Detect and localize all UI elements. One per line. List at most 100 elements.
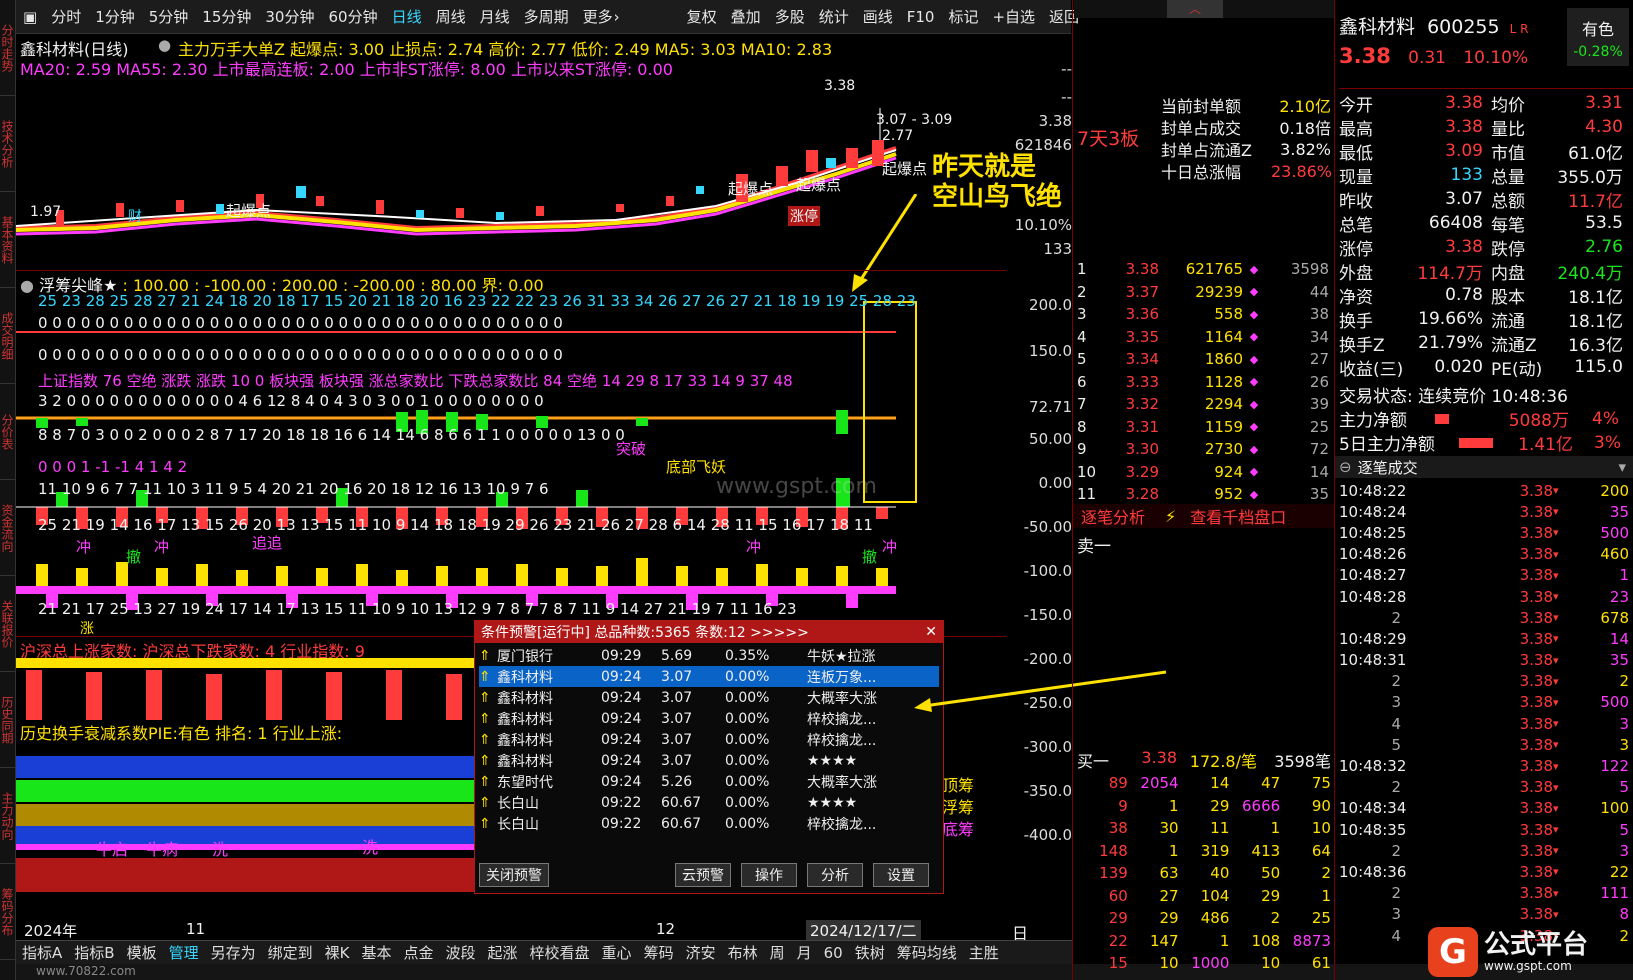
- indicator-tab[interactable]: 点金: [403, 942, 433, 963]
- indicator-tab[interactable]: 起涨: [488, 942, 518, 963]
- cloud-alert-button[interactable]: 云预警: [675, 863, 731, 887]
- buy-queue-row: 29 29 486 2 25: [1108, 909, 1331, 928]
- tick-row: 10:48:26 3.38 ▾ 460: [1339, 545, 1629, 564]
- side-tab[interactable]: 分时走势: [0, 0, 16, 96]
- y-axis-value: 150.0: [1029, 342, 1072, 360]
- alert-row[interactable]: ⇑ 鑫科材料 09:24 3.07 0.00% 梓校擒龙...: [479, 729, 939, 750]
- collapse-icon[interactable]: ⊖: [1339, 458, 1352, 476]
- alert-row[interactable]: ⇑ 鑫科材料 09:24 3.07 0.00% 梓校擒龙...: [479, 708, 939, 729]
- chevron-up-icon[interactable]: ︿: [1167, 0, 1223, 18]
- callout-arrow: [852, 194, 918, 292]
- indicator-tab[interactable]: 筹码: [644, 942, 674, 963]
- alert-row[interactable]: ⇑ 长白山 09:22 60.67 0.00% ★★★★: [479, 792, 939, 813]
- indicator-tab[interactable]: 裸K: [325, 942, 350, 963]
- close-icon[interactable]: ✕: [925, 624, 943, 640]
- indicator-tab[interactable]: 布林: [728, 942, 758, 963]
- tool-button[interactable]: 复权: [687, 6, 717, 27]
- tool-button[interactable]: 画线: [863, 6, 893, 27]
- alert-row[interactable]: ⇑ 鑫科材料 09:24 3.07 0.00% 连板万象...: [479, 666, 939, 687]
- chevron-right-icon[interactable]: ›: [614, 8, 620, 26]
- sell-level-row[interactable]: 10 3.29 924 ◆ 14: [1077, 461, 1331, 484]
- tab-thousand-levels[interactable]: 查看千档盘口: [1190, 504, 1286, 528]
- period-tab[interactable]: 分时: [51, 6, 81, 27]
- indicator-tab[interactable]: 管理: [169, 942, 199, 963]
- sell-level-row[interactable]: 2 3.37 29239 ◆ 44: [1077, 281, 1331, 304]
- alert-up-icon: ⇑: [479, 668, 491, 685]
- tool-button[interactable]: 标记: [948, 6, 978, 27]
- indicator-tab[interactable]: 指标A: [22, 942, 62, 963]
- side-tab[interactable]: 基本资料: [0, 192, 16, 288]
- dialog-titlebar[interactable]: 条件预警[运行中] 总品种数:5365 条数:12 >>>>> ✕: [475, 621, 943, 643]
- indicator-tab[interactable]: 铁树: [855, 942, 885, 963]
- indicator-tab[interactable]: 60: [824, 944, 843, 962]
- side-tab[interactable]: 主力动向: [0, 768, 16, 864]
- indicator-tab[interactable]: 模板: [127, 942, 157, 963]
- side-tab[interactable]: 成交明细: [0, 288, 16, 384]
- side-tab[interactable]: 历史同期: [0, 672, 16, 768]
- chevron-down-icon[interactable]: ▾: [1618, 458, 1626, 476]
- alert-row[interactable]: ⇑ 东望时代 09:24 5.26 0.00% 大概率大涨: [479, 771, 939, 792]
- settings-circle-icon[interactable]: ●: [158, 36, 171, 54]
- tool-button[interactable]: 多股: [775, 6, 805, 27]
- tab-tick-analysis[interactable]: 逐笔分析: [1081, 504, 1145, 528]
- alert-row[interactable]: ⇑ 鑫科材料 09:24 3.07 0.00% 大概率大涨: [479, 687, 939, 708]
- settings-button[interactable]: 设置: [873, 863, 929, 887]
- sell-level-row[interactable]: 3 3.36 558 ◆ 38: [1077, 303, 1331, 326]
- indicator-tab[interactable]: 指标B: [74, 942, 114, 963]
- period-tab-more[interactable]: 更多: [583, 6, 613, 27]
- indicator-tab[interactable]: 波段: [446, 942, 476, 963]
- period-tab[interactable]: 月线: [480, 6, 510, 27]
- period-tab[interactable]: 多周期: [524, 6, 569, 27]
- signal-label: 冲: [882, 538, 898, 556]
- tool-button[interactable]: +自选: [992, 6, 1035, 27]
- indicator-tab[interactable]: 筹码均线: [897, 942, 957, 963]
- sell-level-row[interactable]: 8 3.31 1159 ◆ 25: [1077, 416, 1331, 439]
- buy1-row: 买一 3.38 172.8/笔 3598笔: [1077, 748, 1331, 771]
- period-tab[interactable]: 周线: [436, 6, 466, 27]
- menu-icon[interactable]: ▣: [23, 8, 37, 26]
- sell-level-row[interactable]: 7 3.32 2294 ◆ 39: [1077, 393, 1331, 416]
- alert-row[interactable]: ⇑ 厦门银行 09:29 5.69 0.35% 牛妖★拉涨: [479, 645, 939, 666]
- sell-level-row[interactable]: 11 3.28 952 ◆ 35: [1077, 483, 1331, 506]
- period-tab[interactable]: 1分钟: [95, 6, 135, 27]
- sector-box[interactable]: 有色 -0.28%: [1567, 8, 1629, 66]
- tick-list[interactable]: 10:48:22 3.38 ▾ 200 10:48:24 3.38 ▾ 35 10:48:25 3…: [1339, 480, 1633, 946]
- down-arrow-icon: ▾: [1553, 632, 1559, 646]
- analyze-button[interactable]: 分析: [807, 863, 863, 887]
- indicator-tab[interactable]: 基本: [361, 942, 391, 963]
- period-tab[interactable]: 30分钟: [265, 6, 314, 27]
- seal-info: 当前封单额 2.10亿 封单占成交 0.18倍 封单占流通Z 3.82% 十日总涨幅 2…: [1161, 97, 1333, 182]
- sell-level-row[interactable]: 4 3.35 1164 ◆ 34: [1077, 326, 1331, 349]
- indicator-tab[interactable]: 主胜: [969, 942, 999, 963]
- indicator-tab[interactable]: 济安: [686, 942, 716, 963]
- sell-level-row[interactable]: 9 3.30 2730 ◆ 72: [1077, 438, 1331, 461]
- condition-alert-dialog[interactable]: 条件预警[运行中] 总品种数:5365 条数:12 >>>>> ✕ ⇑ 厦门银行 0…: [474, 620, 944, 894]
- alert-stock-name: 鑫科材料: [497, 753, 553, 770]
- indicator-tab[interactable]: 重心: [602, 942, 632, 963]
- alert-row[interactable]: ⇑ 鑫科材料 09:24 3.07 0.00% ★★★★: [479, 750, 939, 771]
- period-tab-active[interactable]: 日线: [392, 6, 422, 27]
- tool-button[interactable]: 统计: [819, 6, 849, 27]
- indicator-tab[interactable]: 梓校看盘: [530, 942, 590, 963]
- alert-row[interactable]: ⇑ 长白山 09:22 60.67 0.00% 梓校擒龙...: [479, 813, 939, 834]
- tool-button[interactable]: F10: [907, 8, 935, 26]
- side-tab[interactable]: 关联报价: [0, 576, 16, 672]
- tool-button[interactable]: 叠加: [731, 6, 761, 27]
- sell-level-row[interactable]: 5 3.34 1860 ◆ 27: [1077, 348, 1331, 371]
- ticks-header[interactable]: ⊖ 逐笔成交 ▾: [1335, 456, 1633, 478]
- side-tab[interactable]: 分价表: [0, 384, 16, 480]
- indicator-tab[interactable]: 周: [770, 942, 785, 963]
- side-tab[interactable]: 技术分析: [0, 96, 16, 192]
- period-tab[interactable]: 15分钟: [202, 6, 251, 27]
- indicator-tab[interactable]: 绑定到: [268, 942, 313, 963]
- operate-button[interactable]: 操作: [741, 863, 797, 887]
- side-tab[interactable]: 资金流向: [0, 480, 16, 576]
- sell-level-row[interactable]: 1 3.38 621765 ◆ 3598: [1077, 258, 1331, 281]
- indicator-tab[interactable]: 月: [797, 942, 812, 963]
- period-tab[interactable]: 60分钟: [328, 6, 377, 27]
- close-alert-button[interactable]: 关闭预警: [479, 863, 549, 887]
- side-tab[interactable]: 筹码分布: [0, 864, 16, 960]
- sell-level-row[interactable]: 6 3.33 1128 ◆ 26: [1077, 371, 1331, 394]
- period-tab[interactable]: 5分钟: [149, 6, 189, 27]
- indicator-tab[interactable]: 另存为: [211, 942, 256, 963]
